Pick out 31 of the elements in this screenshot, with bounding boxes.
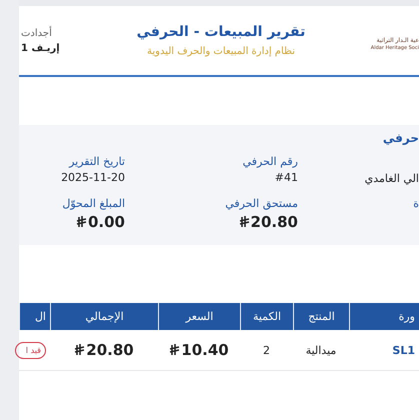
field-label: تاريخ التقرير [68, 155, 125, 168]
total-cell: 20.80 [74, 341, 134, 359]
side-text: إريـف 1 [21, 42, 60, 54]
table-cell: 2 [240, 330, 293, 371]
field-label: مستحق الحرفي [224, 197, 298, 210]
column-header: المنتج [293, 303, 349, 330]
report-subtitle: نظام إدارة المبيعات والحرف اليدوية [147, 46, 296, 57]
field-value: 2025-11-20 [60, 171, 125, 184]
field-label: رقم الحرفي [242, 155, 298, 168]
field-label: ة [412, 197, 419, 210]
riyal-icon [76, 216, 87, 228]
status-badge: قيد ا [14, 342, 46, 358]
field-label: المبلغ المحوّل [61, 197, 125, 210]
amount-value: 20.80 [238, 213, 298, 231]
section-heading: حرفي [382, 131, 419, 145]
price-cell: 10.40 [169, 341, 229, 359]
riyal-icon [169, 344, 180, 356]
field-value: #41 [274, 171, 298, 184]
column-header: ال [19, 303, 50, 330]
side-text: أجدادت [21, 28, 52, 38]
column-header: الكمية [240, 303, 293, 330]
riyal-icon [238, 216, 250, 228]
report-title: تقرير المبيعات - الحرفي [136, 24, 306, 40]
field-value: الي الغامدي [364, 172, 419, 185]
amount-value: 0.00 [76, 213, 125, 231]
column-header: الإجمالي [50, 303, 158, 330]
column-header: ورة [349, 303, 419, 330]
column-header: السعر [158, 303, 240, 330]
invoice-link[interactable]: SL1 [349, 330, 419, 371]
table-cell: ميدالية [293, 330, 349, 371]
riyal-icon [74, 344, 86, 356]
